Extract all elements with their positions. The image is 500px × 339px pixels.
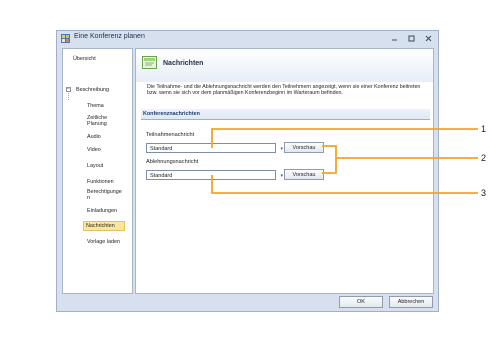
callout-number-3: 3 — [481, 188, 487, 198]
callout-number-1: 1 — [481, 124, 487, 134]
callout-line-2b — [322, 158, 337, 174]
callout-line-1 — [211, 128, 478, 148]
callout-line-3 — [211, 175, 478, 194]
callout-lines — [211, 128, 478, 194]
callout-number-2: 2 — [481, 153, 487, 163]
callout-line-2a — [322, 145, 478, 159]
